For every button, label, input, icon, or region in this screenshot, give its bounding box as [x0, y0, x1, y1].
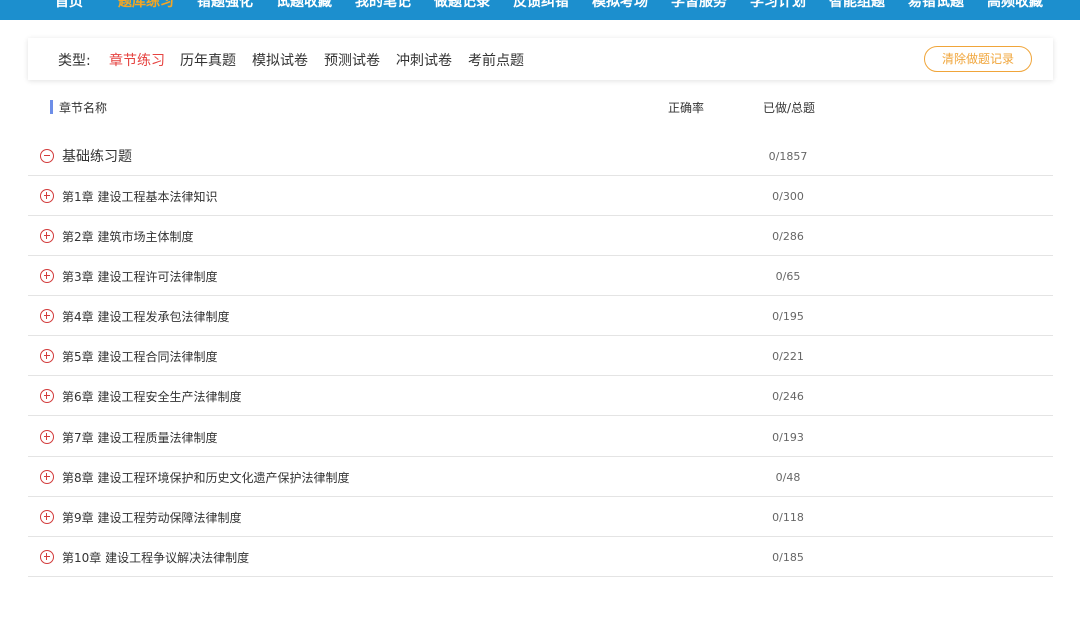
chapter-name: 第6章 建设工程安全生产法律制度 — [62, 390, 242, 404]
chapter-name: 第7章 建设工程质量法律制度 — [62, 431, 218, 445]
chapter-name: 第2章 建筑市场主体制度 — [62, 230, 194, 244]
nav-item-notes[interactable]: 我的笔记 — [355, 0, 411, 11]
nav-item-wrong-questions[interactable]: 错题强化 — [197, 0, 253, 11]
chapter-row[interactable]: 第9章 建设工程劳动保障法律制度 0/118 — [28, 497, 1053, 537]
chapter-count: 0/300 — [772, 190, 804, 203]
minus-circle-icon[interactable] — [40, 149, 54, 163]
nav-item-favorites[interactable]: 试题收藏 — [276, 0, 332, 11]
chapter-count: 0/193 — [772, 431, 804, 444]
nav-item-feedback[interactable]: 反馈纠错 — [513, 0, 569, 11]
nav-item-smart-quiz[interactable]: 智能组题 — [829, 0, 885, 11]
chapter-count: 0/118 — [772, 511, 804, 524]
type-pre-exam-tips[interactable]: 考前点题 — [468, 50, 524, 70]
plus-circle-icon[interactable] — [40, 269, 54, 283]
type-chapter-practice[interactable]: 章节练习 — [109, 50, 165, 70]
chapter-name: 第4章 建设工程发承包法律制度 — [62, 310, 230, 324]
header-accent-bar — [50, 100, 53, 114]
nav-item-home[interactable]: 首页 — [55, 0, 83, 11]
chapter-row[interactable]: 第10章 建设工程争议解决法律制度 0/185 — [28, 537, 1053, 577]
chapter-count: 0/286 — [772, 230, 804, 243]
group-count: 0/1857 — [768, 150, 808, 163]
nav-item-records[interactable]: 做题记录 — [434, 0, 490, 11]
chapter-name: 第3章 建设工程许可法律制度 — [62, 270, 218, 284]
type-sprint-papers[interactable]: 冲刺试卷 — [396, 50, 452, 70]
group-row-basic[interactable]: 基础练习题 0/1857 — [28, 136, 1053, 176]
type-past-exams[interactable]: 历年真题 — [180, 50, 236, 70]
chapter-name: 第5章 建设工程合同法律制度 — [62, 350, 218, 364]
nav-item-mock-exam[interactable]: 模拟考场 — [592, 0, 648, 11]
header-done-total: 已做/总题 — [763, 101, 816, 115]
nav-item-frequent[interactable]: 高频收藏 — [987, 0, 1043, 11]
chapter-row[interactable]: 第7章 建设工程质量法律制度 0/193 — [28, 417, 1053, 457]
chapter-row[interactable]: 第6章 建设工程安全生产法律制度 0/246 — [28, 376, 1053, 416]
nav-item-service[interactable]: 学習服务 — [671, 0, 727, 11]
plus-circle-icon[interactable] — [40, 389, 54, 403]
chapter-name: 第8章 建设工程环境保护和历史文化遗产保护法律制度 — [62, 471, 350, 485]
type-filter-bar: 类型: 章节练习 历年真题 模拟试卷 预测试卷 冲刺试卷 考前点题 清除做题记录 — [28, 38, 1053, 80]
type-mock-papers[interactable]: 模拟试卷 — [252, 50, 308, 70]
chapter-count: 0/221 — [772, 350, 804, 363]
header-accuracy: 正确率 — [668, 101, 705, 115]
chapter-name: 第1章 建设工程基本法律知识 — [62, 190, 218, 204]
nav-item-question-bank[interactable]: 题库练习 — [118, 0, 174, 11]
chapter-count: 0/195 — [772, 310, 804, 323]
chapter-row[interactable]: 第2章 建筑市场主体制度 0/286 — [28, 216, 1053, 256]
plus-circle-icon[interactable] — [40, 309, 54, 323]
nav-item-error-prone[interactable]: 易错试题 — [908, 0, 964, 11]
chapter-name: 第10章 建设工程争议解决法律制度 — [62, 551, 250, 565]
chapter-row[interactable]: 第1章 建设工程基本法律知识 0/300 — [28, 176, 1053, 216]
table-header: 章节名称 正确率 已做/总题 — [28, 96, 1053, 118]
plus-circle-icon[interactable] — [40, 229, 54, 243]
chapter-row[interactable]: 第4章 建设工程发承包法律制度 0/195 — [28, 296, 1053, 336]
plus-circle-icon[interactable] — [40, 430, 54, 444]
chapter-row[interactable]: 第3章 建设工程许可法律制度 0/65 — [28, 256, 1053, 296]
chapter-name: 第9章 建设工程劳动保障法律制度 — [62, 511, 242, 525]
chapter-count: 0/246 — [772, 390, 804, 403]
plus-circle-icon[interactable] — [40, 510, 54, 524]
top-nav-bar: 首页 题库练习 错题强化 试题收藏 我的笔记 做题记录 反馈纠错 模拟考场 学習… — [0, 0, 1080, 20]
plus-circle-icon[interactable] — [40, 550, 54, 564]
chapter-row[interactable]: 第5章 建设工程合同法律制度 0/221 — [28, 336, 1053, 376]
chapter-count: 0/65 — [775, 270, 801, 283]
plus-circle-icon[interactable] — [40, 349, 54, 363]
plus-circle-icon[interactable] — [40, 189, 54, 203]
type-forecast-papers[interactable]: 预测试卷 — [324, 50, 380, 70]
chapter-row[interactable]: 第8章 建设工程环境保护和历史文化遗产保护法律制度 0/48 — [28, 457, 1053, 497]
group-name: 基础练习题 — [62, 149, 132, 165]
header-chapter-name: 章节名称 — [59, 101, 108, 115]
nav-item-plan[interactable]: 学习计划 — [750, 0, 806, 11]
chapter-count: 0/185 — [772, 551, 804, 564]
chapter-count: 0/48 — [775, 471, 801, 484]
clear-records-button[interactable]: 清除做题记录 — [924, 46, 1032, 72]
type-label: 类型: — [58, 53, 91, 69]
plus-circle-icon[interactable] — [40, 470, 54, 484]
